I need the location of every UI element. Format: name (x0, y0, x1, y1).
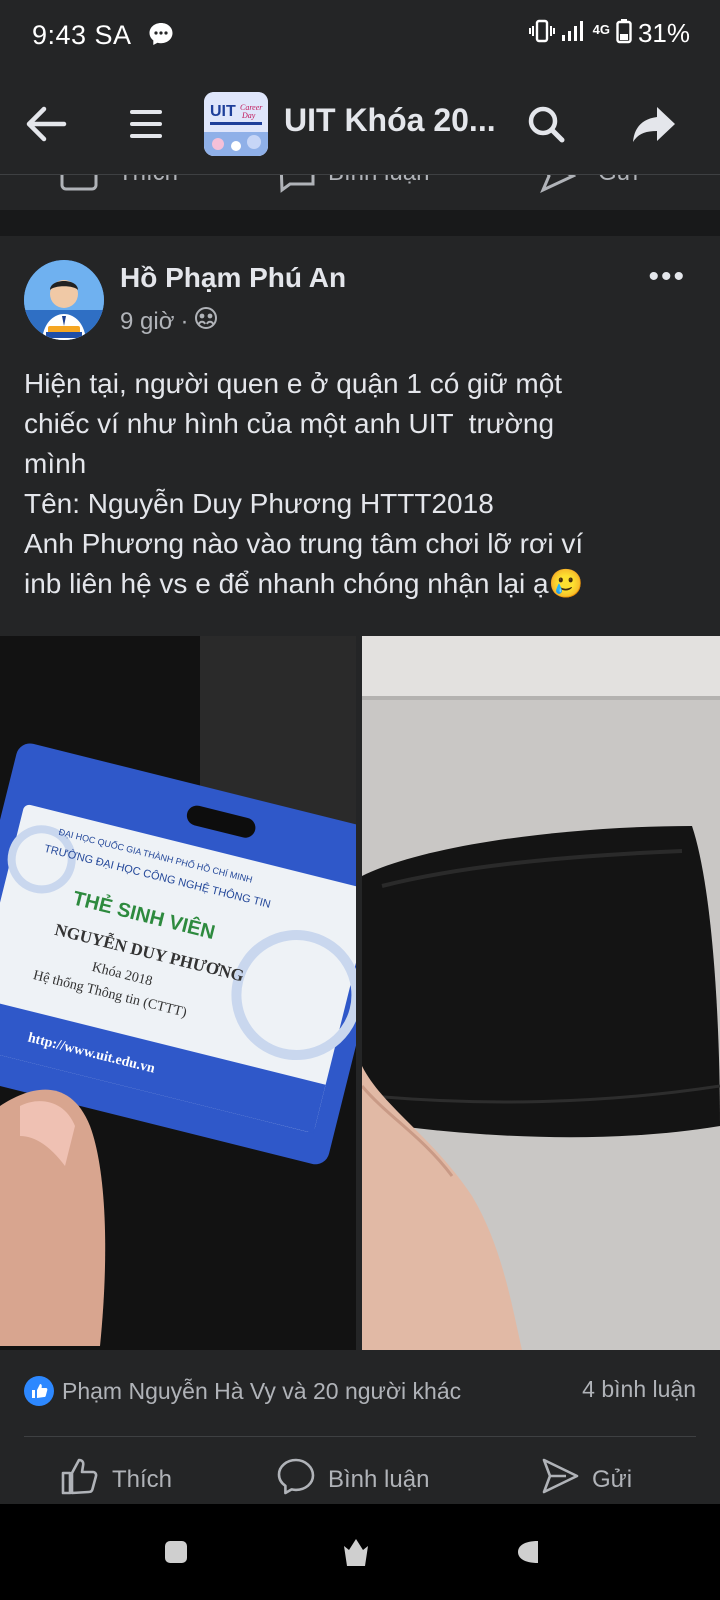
post-text-line: Hiện tại, người quen e ở quận 1 có giữ m… (24, 368, 563, 399)
vibrate-icon (528, 18, 555, 49)
feed-separator (0, 210, 720, 236)
comment-button[interactable]: Bình luận (276, 1456, 429, 1503)
svg-text:UIT: UIT (210, 103, 236, 120)
messenger-notification-icon (148, 22, 174, 46)
signal-icon (561, 19, 587, 48)
app-header: UIT Career Day UIT Khóa 20... (0, 74, 720, 174)
status-bar: 9:43 SA 4G 31% (0, 0, 720, 74)
post-meta: 9 giờ · (120, 306, 218, 337)
send-button[interactable]: Gửi (540, 1456, 632, 1503)
photo-wallet[interactable] (362, 636, 720, 1350)
reactions-text[interactable]: Phạm Nguyễn Hà Vy và 20 người khác (62, 1378, 461, 1405)
previous-post-actions: Thích Bình luận Gửi (0, 174, 720, 210)
status-time: 9:43 SA (32, 20, 132, 50)
post-text-line: Anh Phương nào vào trung tâm chơi lỡ rơi… (24, 528, 584, 559)
group-logo[interactable]: UIT Career Day (204, 92, 268, 156)
share-icon[interactable] (626, 96, 682, 152)
post-text-line: Tên: Nguyễn Duy Phương HTTT2018 (24, 488, 494, 519)
post-time[interactable]: 9 giờ (120, 308, 174, 336)
menu-icon[interactable] (118, 96, 174, 152)
battery-percentage: 31% (637, 18, 690, 48)
home-icon[interactable] (340, 1536, 372, 1568)
recent-apps-icon[interactable] (160, 1536, 192, 1568)
group-title[interactable]: UIT Khóa 20... (284, 102, 496, 139)
search-icon[interactable] (518, 96, 574, 152)
prev-send-label[interactable]: Gửi (598, 175, 638, 187)
status-indicators: 4G 31% (528, 18, 690, 49)
thumbs-up-icon (60, 1456, 100, 1503)
comment-count[interactable]: 4 bình luận (582, 1376, 696, 1403)
photo-student-card[interactable]: ĐẠI HỌC QUỐC GIA THÀNH PHỐ HỒ CHÍ MINH T… (0, 636, 356, 1350)
svg-text:Day: Day (241, 111, 256, 120)
back-icon[interactable] (512, 1536, 544, 1568)
group-audience-icon (194, 306, 218, 337)
send-label: Gửi (592, 1465, 633, 1493)
more-options-icon[interactable]: ••• (648, 260, 686, 294)
comment-icon (276, 1456, 316, 1503)
comment-label: Bình luận (328, 1465, 430, 1493)
post-card: Hồ Phạm Phú An 9 giờ · ••• Hiện tại, ngư… (0, 236, 720, 1504)
post-text-line: mình (24, 448, 87, 479)
network-type-label: 4G (592, 22, 610, 37)
prev-send-icon[interactable] (540, 175, 577, 200)
author-name[interactable]: Hồ Phạm Phú An (120, 262, 346, 294)
like-label: Thích (112, 1465, 173, 1493)
post-text-line: inb liên hệ vs e để nhanh chóng nhận lại… (24, 568, 584, 599)
system-navigation-bar (0, 1504, 720, 1600)
send-icon (540, 1456, 580, 1503)
back-arrow-icon[interactable] (18, 96, 74, 152)
like-button[interactable]: Thích (60, 1456, 172, 1503)
divider (24, 1436, 696, 1437)
prev-like-icon[interactable] (60, 175, 100, 200)
reactions-summary[interactable]: Phạm Nguyễn Hà Vy và 20 người khác (24, 1376, 461, 1406)
battery-icon (616, 18, 632, 49)
prev-like-label[interactable]: Thích (118, 175, 178, 187)
prev-comment-icon[interactable] (278, 175, 316, 200)
like-reaction-icon (24, 1376, 54, 1406)
prev-comment-label[interactable]: Bình luận (328, 175, 429, 187)
post-text: Hiện tại, người quen e ở quận 1 có giữ m… (24, 364, 694, 604)
post-text-line: chiếc ví như hình của một anh UIT trường (24, 408, 555, 439)
author-avatar[interactable] (24, 260, 104, 340)
